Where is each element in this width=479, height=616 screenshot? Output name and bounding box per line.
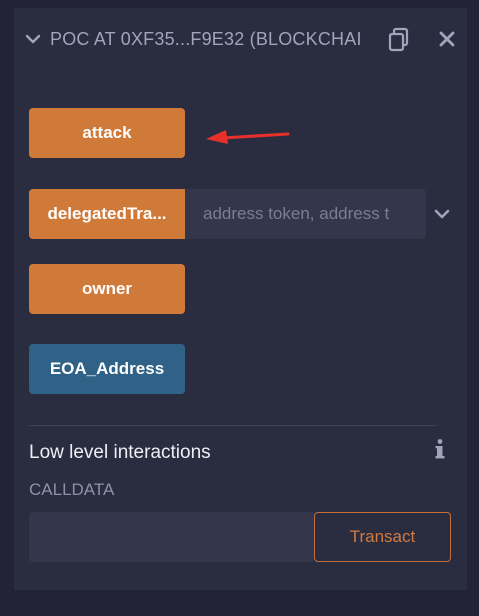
transact-button[interactable]: Transact: [314, 512, 451, 562]
section-divider: [29, 425, 437, 426]
contract-header[interactable]: POC AT 0XF35...F9E32 (BLOCKCHAI: [14, 8, 467, 70]
contract-title: POC AT 0XF35...F9E32 (BLOCKCHAI: [50, 29, 362, 49]
attack-button[interactable]: attack: [29, 108, 185, 158]
calldata-input[interactable]: [29, 512, 314, 562]
owner-button[interactable]: owner: [29, 264, 185, 314]
low-level-interactions-title: Low level interactions: [29, 442, 211, 463]
contract-panel: POC AT 0XF35...F9E32 (BLOCKCHAI attack d…: [14, 8, 467, 590]
delegated-transfer-button[interactable]: delegatedTra...: [29, 189, 185, 239]
annotation-arrow-icon: [206, 130, 290, 144]
calldata-label: CALLDATA: [29, 480, 115, 499]
copy-icon[interactable]: [386, 26, 412, 52]
chevron-down-icon[interactable]: [433, 205, 451, 223]
info-icon[interactable]: [433, 438, 447, 460]
eoa-address-button[interactable]: EOA_Address: [29, 344, 185, 394]
close-icon[interactable]: [438, 30, 456, 48]
chevron-down-icon[interactable]: [24, 30, 42, 48]
delegated-transfer-params-input[interactable]: [185, 189, 426, 239]
